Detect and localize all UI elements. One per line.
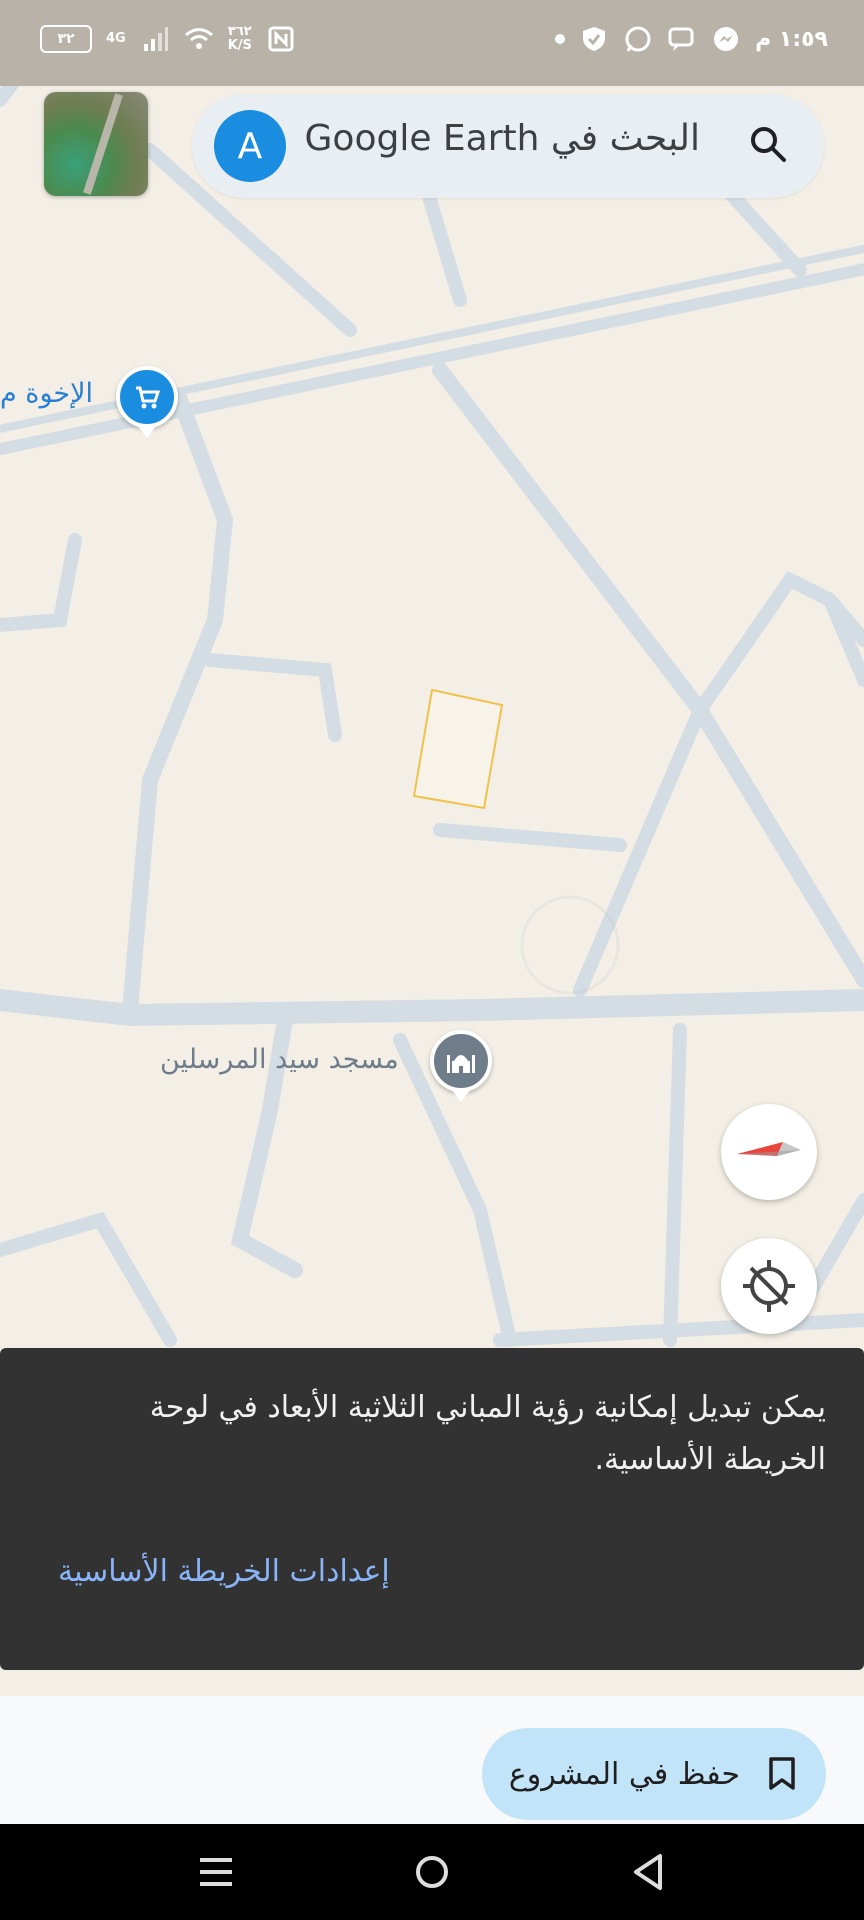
- system-nav-bar: [0, 1824, 864, 1920]
- account-avatar[interactable]: A: [214, 110, 286, 182]
- search-bar[interactable]: A البحث في Google Earth: [192, 94, 824, 198]
- chat-icon: [667, 24, 697, 54]
- status-left: ٣٢ 4G ٣٦٢ K/S: [40, 24, 296, 54]
- place-label-shop[interactable]: الإخوة م: [0, 378, 93, 409]
- dot-icon: [555, 34, 566, 44]
- nfc-icon: [266, 24, 296, 54]
- basemap-settings-link[interactable]: إعدادات الخريطة الأساسية: [58, 1554, 390, 1589]
- back-icon[interactable]: [624, 1848, 672, 1896]
- location-disabled-icon: [743, 1260, 795, 1312]
- wifi-icon: [184, 24, 214, 54]
- compass-button[interactable]: [721, 1104, 817, 1200]
- battery-level: ٣٢: [57, 31, 75, 47]
- my-location-button[interactable]: [721, 1238, 817, 1334]
- clock: ١:٥٩ م: [755, 26, 828, 52]
- shield-icon: [579, 24, 609, 54]
- search-icon[interactable]: [748, 124, 788, 164]
- save-label: حفظ في المشروع: [508, 1756, 740, 1792]
- messenger-icon: [711, 24, 741, 54]
- bookmark-icon: [769, 1757, 795, 1790]
- mosque-icon[interactable]: [430, 1030, 492, 1102]
- battery-icon: ٣٢: [40, 25, 92, 53]
- snackbar-message: يمكن تبديل إمكانية رؤية المباني الثلاثية…: [149, 1390, 826, 1477]
- whatsapp-icon: [623, 24, 653, 54]
- network-speed: ٣٦٢ K/S: [227, 24, 252, 53]
- home-icon[interactable]: [408, 1848, 456, 1896]
- signal-icon: [140, 24, 170, 54]
- menu-icon[interactable]: [192, 1848, 240, 1896]
- status-right: ١:٥٩ م: [555, 24, 828, 54]
- search-placeholder: البحث في Google Earth: [304, 118, 700, 159]
- status-bar: ٣٢ 4G ٣٦٢ K/S ١:٥٩ م: [0, 0, 864, 86]
- place-label-mosque[interactable]: مسجد سيد المرسلين: [160, 1044, 399, 1075]
- compass-icon: [737, 1142, 801, 1156]
- basemap-thumbnail[interactable]: [44, 92, 148, 196]
- network-type: 4G: [106, 31, 126, 46]
- save-to-project-button[interactable]: حفظ في المشروع: [482, 1728, 826, 1820]
- snackbar: يمكن تبديل إمكانية رؤية المباني الثلاثية…: [0, 1348, 864, 1670]
- shopping-cart-icon[interactable]: [116, 366, 178, 438]
- bottom-sheet: حفظ في المشروع: [0, 1696, 864, 1824]
